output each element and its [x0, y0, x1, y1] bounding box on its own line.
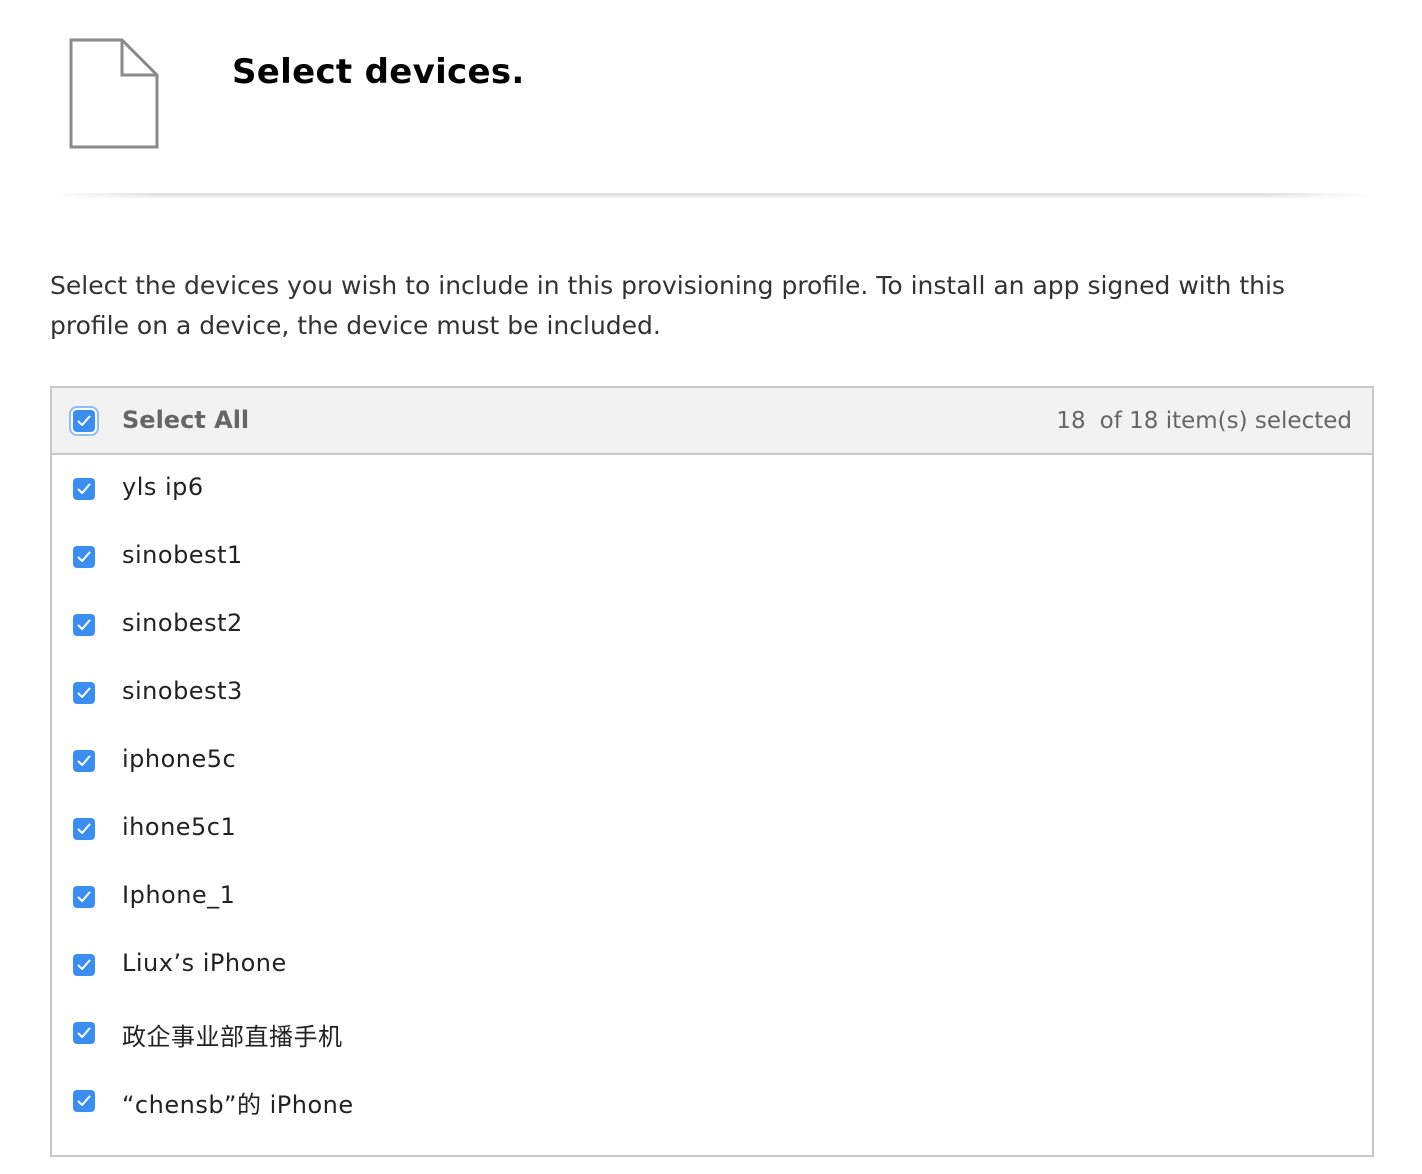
device-name[interactable]: Iphone_1 [122, 881, 235, 909]
device-name[interactable]: ihone5c1 [122, 813, 236, 841]
device-row[interactable]: Iphone_1 [52, 863, 1372, 931]
device-checkbox[interactable] [73, 886, 95, 908]
device-row[interactable]: iphone5c [52, 727, 1372, 795]
device-selection-table: Select All 18 of 18 item(s) selected yls … [50, 386, 1374, 1157]
checkmark-icon [77, 619, 91, 630]
device-row[interactable]: sinobest3 [52, 659, 1372, 727]
checkmark-icon [77, 483, 91, 494]
device-name[interactable]: sinobest3 [122, 677, 243, 705]
page-header: Select devices. [0, 0, 1422, 200]
select-all-checkbox[interactable] [73, 410, 95, 432]
device-checkbox[interactable] [73, 1022, 95, 1044]
device-name[interactable]: “chensb”的 iPhone [122, 1085, 354, 1120]
checkmark-icon [77, 823, 91, 834]
checkmark-icon [77, 687, 91, 698]
checkmark-icon [77, 1095, 91, 1106]
device-name[interactable]: 政企事业部直播手机 [122, 1017, 343, 1052]
device-row[interactable]: yls ip6 [52, 455, 1372, 523]
device-row[interactable]: ihone5c1 [52, 795, 1372, 863]
device-checkbox[interactable] [73, 954, 95, 976]
device-checkbox[interactable] [73, 682, 95, 704]
device-name[interactable]: Liux’s iPhone [122, 949, 287, 977]
selected-count-number: 18 [1056, 408, 1086, 434]
device-name[interactable]: sinobest2 [122, 609, 243, 637]
device-row[interactable]: 政企事业部直播手机 [52, 999, 1372, 1067]
checkmark-icon [77, 959, 91, 970]
device-checkbox[interactable] [73, 818, 95, 840]
device-row[interactable]: sinobest1 [52, 523, 1372, 591]
page-title: Select devices. [232, 52, 525, 92]
checkmark-icon [77, 415, 91, 426]
checkmark-icon [77, 1027, 91, 1038]
device-list: yls ip6 sinobest1 sinobest2 sinobest3 ip… [52, 455, 1372, 1135]
device-name[interactable]: sinobest1 [122, 541, 243, 569]
device-name[interactable]: yls ip6 [122, 473, 204, 501]
selection-count: 18 of 18 item(s) selected [1056, 408, 1352, 434]
checkmark-icon [77, 891, 91, 902]
checkmark-icon [77, 551, 91, 562]
table-header: Select All 18 of 18 item(s) selected [52, 388, 1372, 455]
device-row[interactable]: “chensb”的 iPhone [52, 1067, 1372, 1135]
selected-count-suffix: of 18 item(s) selected [1099, 408, 1352, 434]
document-icon [69, 38, 159, 149]
device-checkbox[interactable] [73, 750, 95, 772]
device-checkbox[interactable] [73, 478, 95, 500]
select-all-label[interactable]: Select All [122, 406, 249, 434]
header-divider [50, 193, 1372, 199]
device-checkbox[interactable] [73, 614, 95, 636]
device-checkbox[interactable] [73, 1090, 95, 1112]
device-name[interactable]: iphone5c [122, 745, 236, 773]
page-description: Select the devices you wish to include i… [50, 271, 1285, 340]
device-checkbox[interactable] [73, 546, 95, 568]
device-row[interactable]: sinobest2 [52, 591, 1372, 659]
checkmark-icon [77, 755, 91, 766]
device-row[interactable]: Liux’s iPhone [52, 931, 1372, 999]
